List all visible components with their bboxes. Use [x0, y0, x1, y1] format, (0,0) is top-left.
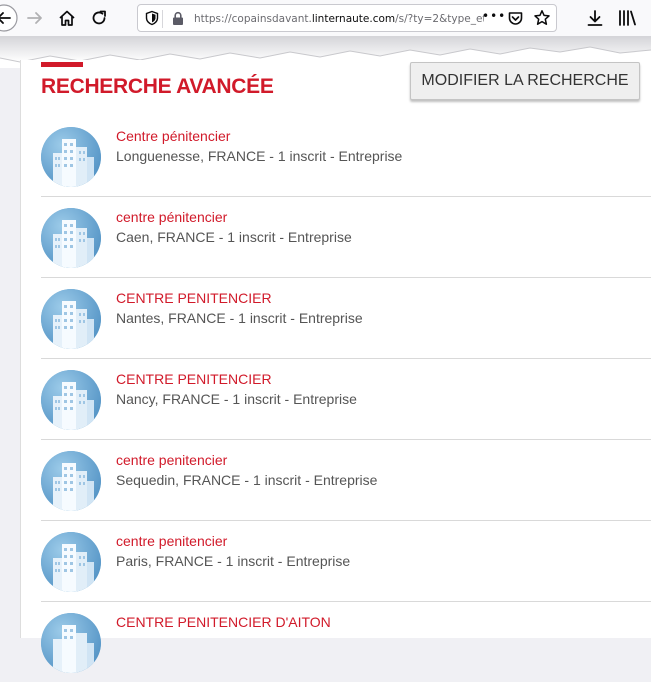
url-domain: linternaute.com — [311, 13, 396, 25]
browser-toolbar: https://copainsdavant.linternaute.com/s/… — [0, 0, 651, 37]
building-icon[interactable] — [41, 451, 101, 511]
home-button[interactable] — [53, 4, 81, 32]
list-item[interactable]: centre penitencier Sequedin, FRANCE - 1 … — [41, 440, 651, 521]
page-left-gutter — [0, 68, 20, 638]
result-meta: Sequedin, FRANCE - 1 inscrit - Entrepris… — [116, 472, 378, 488]
forward-button[interactable] — [21, 4, 49, 32]
accent-bar — [41, 62, 83, 67]
page-actions-menu-button[interactable]: ••• — [482, 9, 506, 23]
result-title[interactable]: CENTRE PENITENCIER D'AITON — [116, 614, 331, 630]
result-meta: Nantes, FRANCE - 1 inscrit - Entreprise — [116, 310, 363, 326]
reload-button[interactable] — [85, 4, 113, 32]
arrow-right-icon — [27, 12, 42, 24]
lock-icon[interactable] — [171, 11, 185, 26]
building-icon[interactable] — [41, 613, 101, 673]
list-item[interactable]: CENTRE PENITENCIER Nancy, FRANCE - 1 ins… — [41, 359, 651, 440]
result-title[interactable]: centre penitencier — [116, 533, 227, 549]
result-meta: Longuenesse, FRANCE - 1 inscrit - Entrep… — [116, 148, 403, 164]
list-item[interactable]: CENTRE PENITENCIER Nantes, FRANCE - 1 in… — [41, 278, 651, 359]
back-button[interactable] — [0, 4, 18, 32]
home-icon — [59, 10, 75, 26]
url-prefix: https://copainsdavant. — [194, 13, 312, 25]
result-title[interactable]: centre penitencier — [116, 452, 227, 468]
search-results-panel: RECHERCHE AVANCÉE MODIFIER LA RECHERCHE … — [20, 60, 651, 673]
result-meta: Paris, FRANCE - 1 inscrit - Entreprise — [116, 553, 351, 569]
library-icon — [619, 10, 636, 26]
list-item[interactable]: CENTRE PENITENCIER D'AITON — [41, 602, 651, 682]
result-title[interactable]: CENTRE PENITENCIER — [116, 371, 272, 387]
building-icon[interactable] — [41, 127, 101, 187]
result-meta: Caen, FRANCE - 1 inscrit - Entreprise — [116, 229, 352, 245]
modify-search-button[interactable]: MODIFIER LA RECHERCHE — [410, 62, 640, 100]
url-suffix: /s/?ty=2&type_etab= — [395, 13, 484, 25]
building-icon[interactable] — [41, 532, 101, 592]
list-item[interactable]: centre penitencier Paris, FRANCE - 1 ins… — [41, 521, 651, 602]
library-button[interactable] — [613, 4, 641, 32]
result-title[interactable]: Centre pénitencier — [116, 128, 230, 144]
list-item[interactable]: centre pénitencier Caen, FRANCE - 1 insc… — [41, 197, 651, 278]
reload-icon — [92, 10, 106, 25]
url-bar[interactable]: https://copainsdavant.linternaute.com/s/… — [137, 4, 557, 32]
page-title: RECHERCHE AVANCÉE — [41, 75, 274, 98]
result-meta: Nancy, FRANCE - 1 inscrit - Entreprise — [116, 391, 357, 407]
building-icon[interactable] — [41, 370, 101, 430]
building-icon[interactable] — [41, 208, 101, 268]
list-item[interactable]: Centre pénitencier Longuenesse, FRANCE -… — [41, 116, 651, 197]
url-text[interactable]: https://copainsdavant.linternaute.com/s/… — [194, 11, 484, 27]
building-icon[interactable] — [41, 289, 101, 349]
star-icon[interactable] — [533, 9, 551, 27]
tracking-shield-icon[interactable] — [144, 10, 160, 26]
pocket-icon[interactable] — [507, 10, 524, 27]
result-title[interactable]: centre pénitencier — [116, 209, 227, 225]
download-icon — [587, 10, 603, 26]
downloads-button[interactable] — [581, 4, 609, 32]
arrow-left-icon — [0, 4, 18, 32]
results-list: Centre pénitencier Longuenesse, FRANCE -… — [41, 116, 651, 682]
url-separator — [162, 10, 163, 28]
result-title[interactable]: CENTRE PENITENCIER — [116, 290, 272, 306]
